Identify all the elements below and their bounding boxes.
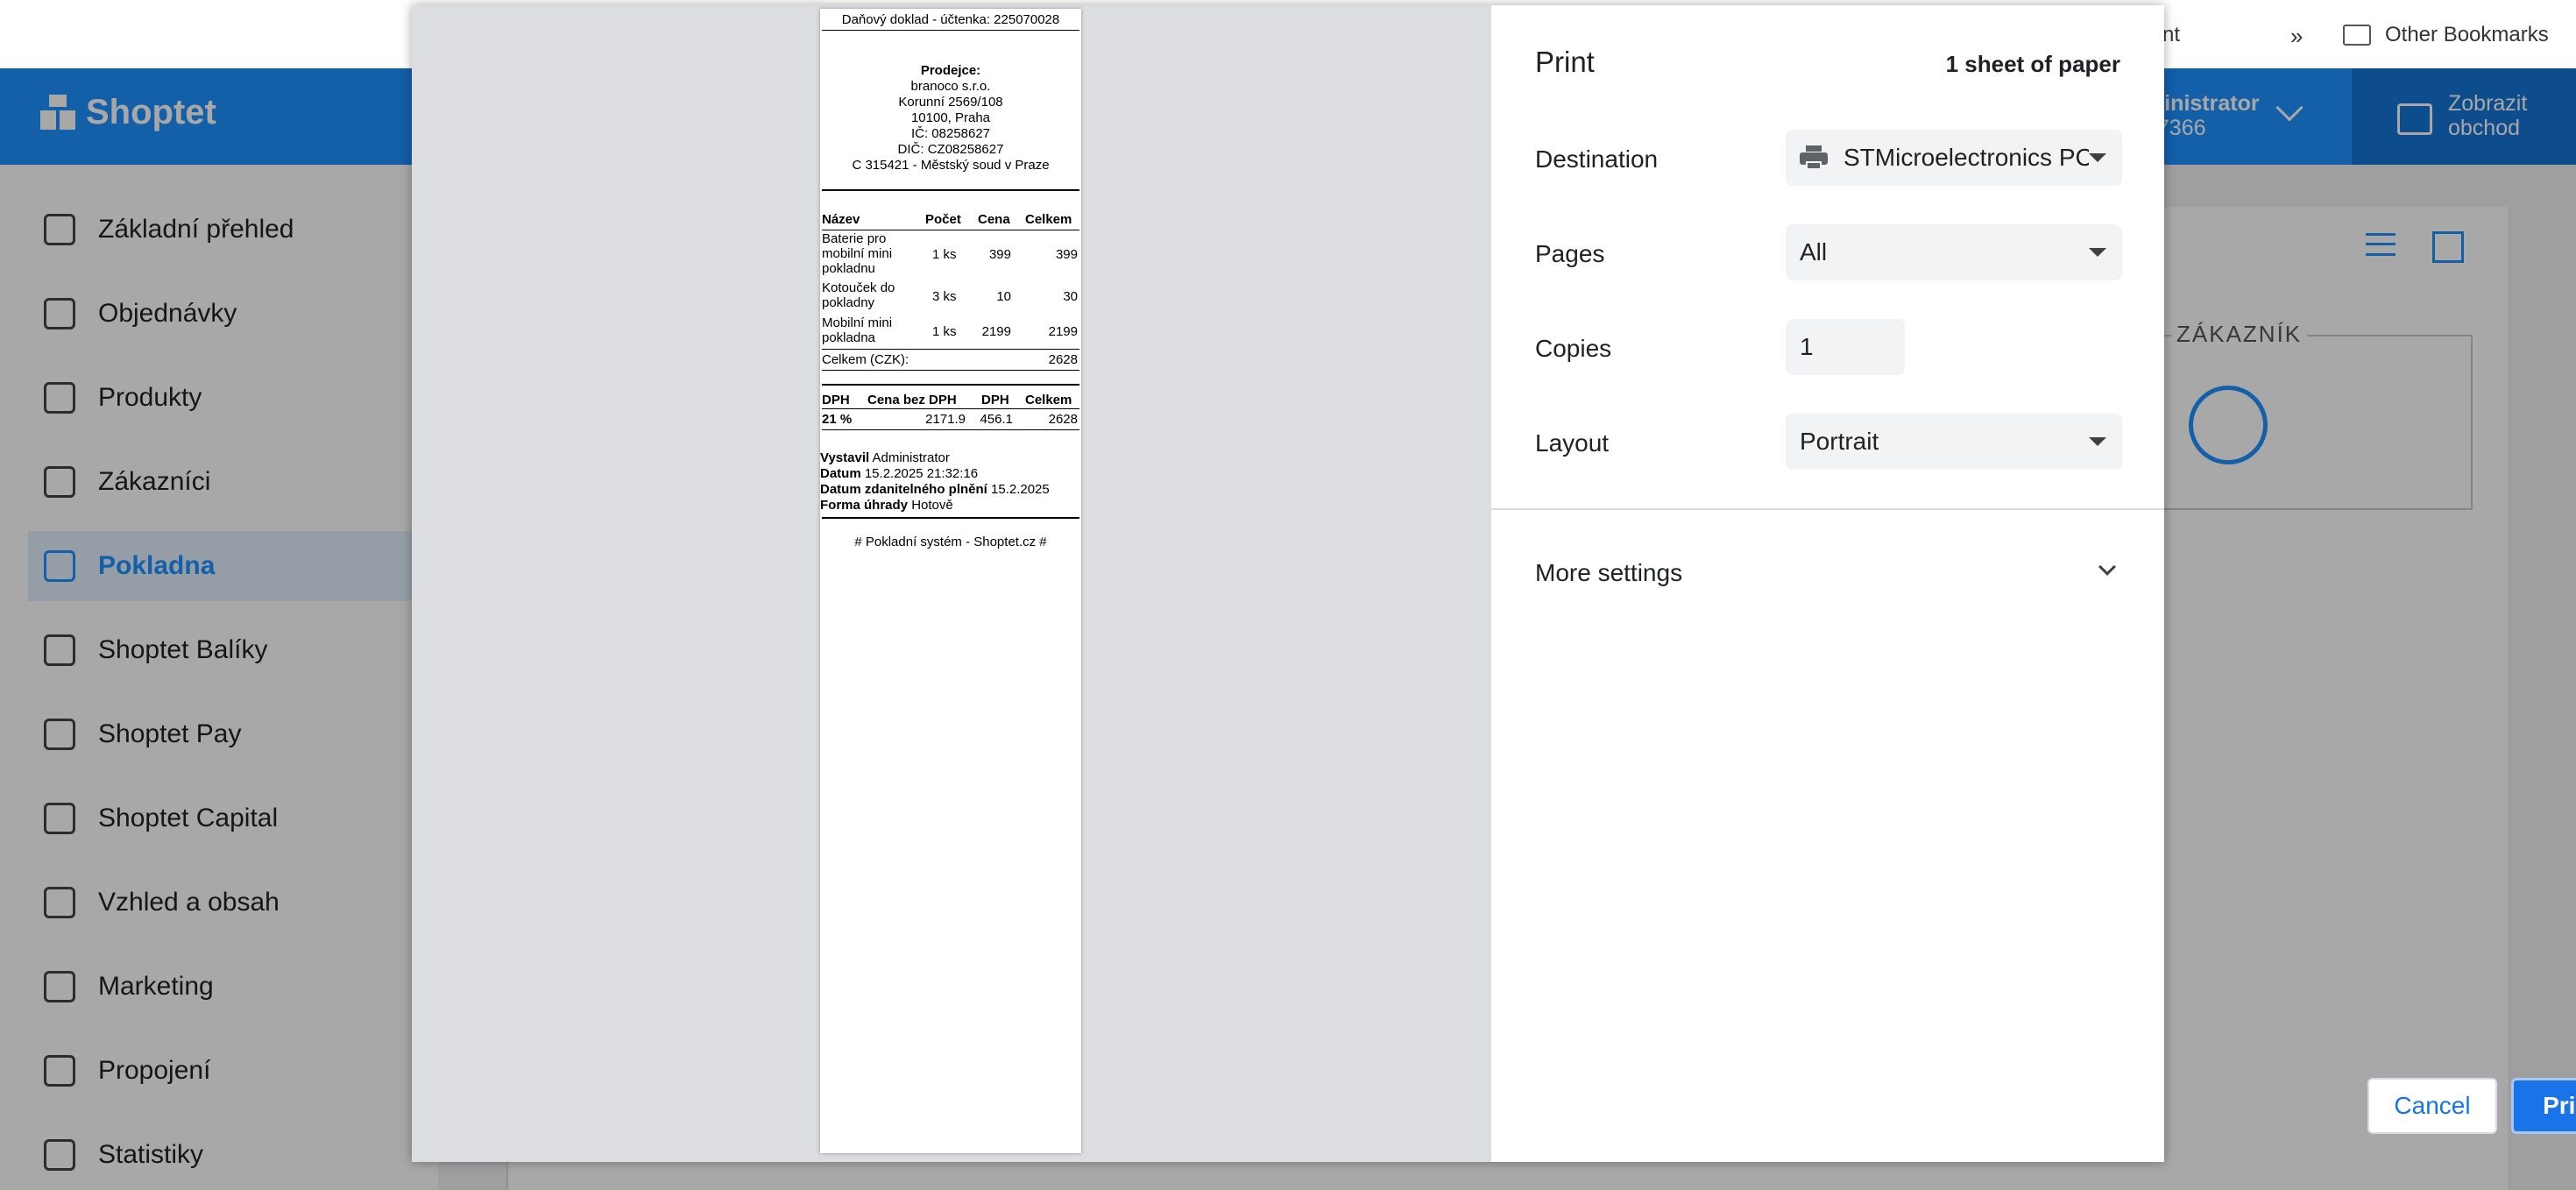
print-settings: Print 1 sheet of paper Destination STMic… [1491, 5, 2576, 1162]
destination-value: STMicroelectronics PC [1844, 144, 2089, 171]
divider [822, 349, 1079, 350]
cancel-button[interactable]: Cancel [2367, 1078, 2497, 1134]
copies-label: Copies [1535, 335, 1612, 362]
dropdown-arrow-icon [2089, 437, 2106, 446]
dropdown-arrow-icon [2089, 248, 2106, 257]
item-total: 30 [1063, 289, 1078, 304]
total-value: 2628 [1048, 352, 1078, 367]
bookmark-item[interactable]: nt [2162, 23, 2180, 47]
seller-line: IČ: 08258627 [910, 126, 991, 141]
divider [822, 370, 1079, 371]
print-button[interactable]: Print [2511, 1078, 2576, 1134]
issued-by-label: Vystavil [820, 450, 870, 465]
vat-header: DPH [981, 393, 1009, 407]
sheet-count: 1 sheet of paper [1945, 51, 2120, 77]
seller-line: 10100, Praha [910, 110, 991, 125]
print-dialog: Daňový doklad - účtenka: 225070028 Prode… [412, 5, 2576, 1162]
taxable-date-row: Datum zdanitelného plnění 15.2.2025 [820, 482, 1050, 497]
chevron-down-icon [2098, 558, 2116, 576]
item-price: 399 [988, 247, 1011, 262]
vat-base: 2171.9 [925, 412, 966, 427]
divider [822, 30, 1079, 31]
seller-line: branoco s.r.o. [910, 79, 991, 94]
divider [822, 408, 1079, 409]
vat-header: Celkem [1025, 393, 1072, 407]
taxable-date-label: Datum zdanitelného plnění [820, 482, 987, 497]
column-header: Cena [978, 212, 1010, 227]
dialog-title: Print [1535, 46, 1595, 78]
issued-by-row: Vystavil Administrator [820, 450, 950, 465]
item-qty: 1 ks [932, 247, 957, 262]
divider [822, 384, 1079, 386]
date-row: Datum 15.2.2025 21:32:16 [820, 466, 978, 481]
column-header: Celkem [1025, 212, 1072, 227]
destination-select[interactable]: STMicroelectronics PC [1786, 130, 2122, 186]
date-label: Datum [820, 466, 861, 481]
item-qty: 1 ks [932, 324, 957, 339]
divider [822, 189, 1079, 191]
pages-value: All [1800, 238, 1828, 266]
seller-line: DIČ: CZ08258627 [897, 142, 1004, 157]
print-preview: Daňový doklad - účtenka: 225070028 Prode… [412, 5, 1491, 1162]
dropdown-arrow-icon [2089, 153, 2106, 162]
layout-select[interactable]: Portrait [1786, 414, 2122, 470]
column-header: Počet [925, 212, 961, 227]
folder-icon [2343, 25, 2371, 46]
item-price: 10 [996, 289, 1011, 304]
layout-value: Portrait [1800, 428, 1879, 455]
issued-by-value: Administrator [872, 450, 950, 465]
payment-row: Forma úhrady Hotově [820, 498, 953, 513]
item-name: Mobilní mini pokladna [822, 315, 893, 345]
copies-input[interactable] [1786, 319, 1905, 375]
seller-line: Korunní 2569/108 [898, 95, 1003, 110]
column-header: Název [822, 212, 860, 227]
printer-icon [1800, 145, 1828, 170]
other-bookmarks-button[interactable]: Other Bookmarks [2385, 23, 2549, 47]
receipt-page: Daňový doklad - účtenka: 225070028 Prode… [820, 9, 1081, 1153]
vat-header: Cena bez DPH [867, 393, 957, 407]
pages-select[interactable]: All [1786, 224, 2122, 280]
taxable-date-value: 15.2.2025 [991, 482, 1050, 497]
bookmarks-overflow-button[interactable]: » [2290, 23, 2303, 50]
item-name: Kotouček do pokladny [822, 280, 895, 310]
vat-rate: 21 % [822, 412, 853, 427]
seller-title: Prodejce: [920, 63, 981, 78]
more-settings-toggle[interactable]: More settings [1491, 540, 2164, 606]
item-qty: 3 ks [932, 289, 957, 304]
total-label: Celkem (CZK): [822, 352, 909, 367]
item-name: Baterie pro mobilní mini pokladnu [822, 231, 893, 276]
payment-label: Forma úhrady [820, 498, 909, 513]
vat-total: 2628 [1048, 412, 1078, 427]
receipt-footer: # Pokladní systém - Shoptet.cz # [854, 535, 1047, 549]
destination-label: Destination [1535, 145, 1659, 173]
pages-label: Pages [1535, 240, 1605, 267]
divider [822, 517, 1079, 519]
layout-label: Layout [1535, 429, 1610, 457]
vat-header: DPH [822, 393, 850, 407]
payment-value: Hotově [911, 498, 953, 513]
receipt-header: Daňový doklad - účtenka: 225070028 [841, 12, 1060, 27]
vat-amount: 456.1 [980, 412, 1013, 427]
item-price: 2199 [981, 324, 1011, 339]
more-settings-label: More settings [1535, 559, 1683, 586]
item-total: 2199 [1048, 324, 1078, 339]
divider [1491, 508, 2164, 510]
item-total: 399 [1055, 247, 1078, 262]
date-value: 15.2.2025 21:32:16 [864, 466, 979, 481]
divider [822, 429, 1079, 430]
seller-line: C 315421 - Městský soud v Praze [852, 158, 1050, 173]
